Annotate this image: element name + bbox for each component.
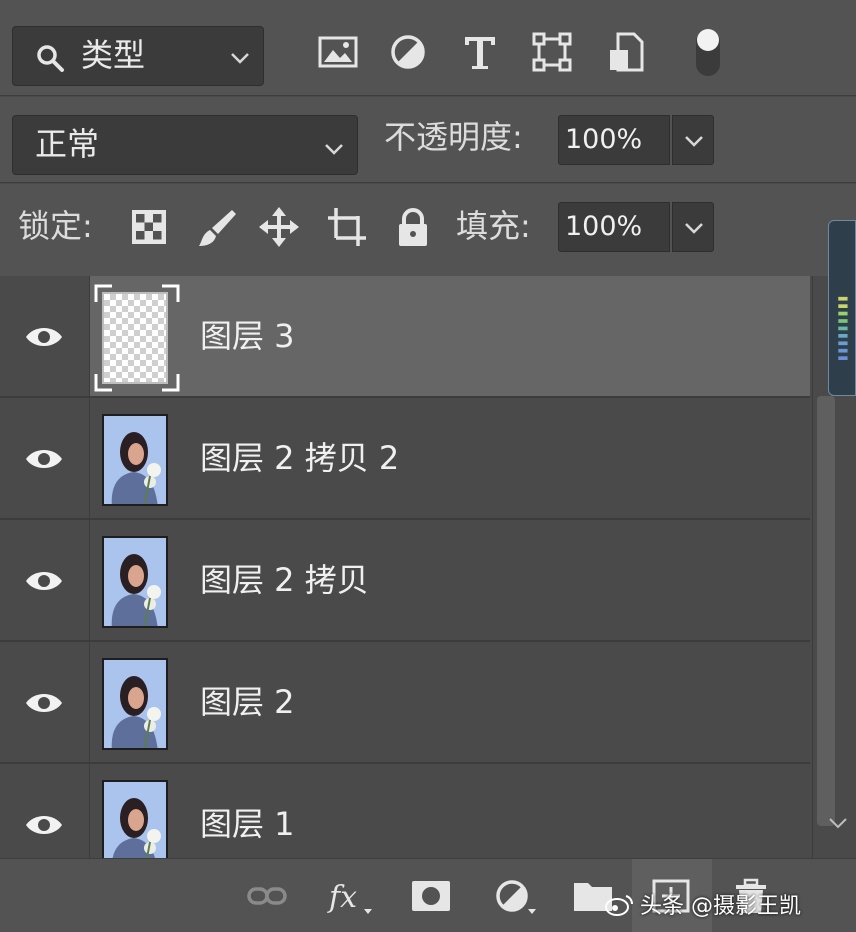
eye-icon xyxy=(26,816,62,834)
shape-filter-icon[interactable] xyxy=(530,30,574,74)
layer-filter-select[interactable]: 类型 xyxy=(12,26,264,86)
chevron-down-icon xyxy=(685,223,703,234)
fill-dropdown-button[interactable] xyxy=(672,202,714,252)
add-mask-icon[interactable] xyxy=(410,877,452,915)
svg-text:fx: fx xyxy=(327,880,357,915)
link-layers-icon[interactable] xyxy=(246,877,288,915)
watermark: 头条 @摄影王凯 xyxy=(604,893,801,921)
layer-thumbnail-photo[interactable] xyxy=(102,536,168,628)
eye-icon xyxy=(26,694,62,712)
visibility-toggle[interactable] xyxy=(0,276,90,396)
layer-name: 图层 1 xyxy=(200,805,295,843)
layer-style-fx-icon[interactable]: fx xyxy=(326,877,374,915)
layer-thumbnail-photo[interactable] xyxy=(102,414,168,506)
layer-row[interactable]: 图层 1 xyxy=(0,764,810,858)
adjustment-filter-icon[interactable] xyxy=(386,30,430,74)
layer-row[interactable]: 图层 3 xyxy=(0,276,810,398)
visibility-toggle[interactable] xyxy=(0,398,90,518)
blend-mode-value: 正常 xyxy=(35,125,100,163)
layer-name: 图层 2 拷贝 2 xyxy=(200,439,400,477)
eye-icon xyxy=(26,572,62,590)
lock-image-pixels-brush-icon[interactable] xyxy=(196,206,238,248)
weibo-logo-icon xyxy=(605,895,633,916)
chevron-down-icon xyxy=(231,53,249,64)
portrait-photo-icon xyxy=(104,416,166,504)
filter-row: 类型 xyxy=(0,0,856,96)
blend-row: 正常 不透明度: 100% xyxy=(0,97,856,183)
opacity-dropdown-button[interactable] xyxy=(672,115,714,165)
layer-thumbnail-photo[interactable] xyxy=(102,658,168,750)
layer-row[interactable]: 图层 2 拷贝 2 xyxy=(0,398,810,520)
visibility-toggle[interactable] xyxy=(0,764,90,858)
layer-row[interactable]: 图层 2 拷贝 xyxy=(0,520,810,642)
fill-label: 填充: xyxy=(456,207,531,245)
lock-artboard-icon[interactable] xyxy=(326,206,368,248)
smart-object-filter-icon[interactable] xyxy=(604,30,648,74)
lock-position-move-icon[interactable] xyxy=(258,206,300,248)
layer-row[interactable]: 图层 2 xyxy=(0,642,810,764)
layer-thumbnail-photo[interactable] xyxy=(102,780,168,858)
text-filter-icon[interactable] xyxy=(458,30,502,74)
portrait-photo-icon xyxy=(104,660,166,748)
scrollbar-thumb[interactable] xyxy=(817,396,835,826)
new-adjustment-layer-icon[interactable] xyxy=(492,877,540,915)
opacity-label: 不透明度: xyxy=(384,118,523,156)
visibility-toggle[interactable] xyxy=(0,520,90,640)
layer-name: 图层 2 xyxy=(200,683,295,721)
chevron-down-icon xyxy=(325,144,343,155)
visibility-toggle[interactable] xyxy=(0,642,90,762)
opacity-input[interactable]: 100% xyxy=(558,115,670,165)
level-meter-icon xyxy=(828,220,856,396)
layer-name: 图层 2 拷贝 xyxy=(200,561,369,599)
eye-icon xyxy=(26,328,62,346)
lock-all-padlock-icon[interactable] xyxy=(392,206,434,248)
layer-list: 图层 3 图层 2 拷贝 2 图层 2 拷贝 图层 2 图层 1 xyxy=(0,276,810,858)
eye-icon xyxy=(26,450,62,468)
lock-transparent-pixels-icon[interactable] xyxy=(128,206,170,248)
search-icon xyxy=(37,45,64,72)
filter-toggle-switch[interactable] xyxy=(686,24,730,80)
layer-name: 图层 3 xyxy=(200,317,295,355)
lock-row: 锁定: 填充: 100% xyxy=(0,184,856,276)
chevron-down-icon[interactable] xyxy=(827,816,849,830)
selection-corners-icon xyxy=(94,284,180,392)
blend-mode-select[interactable]: 正常 xyxy=(12,115,358,175)
chevron-down-icon xyxy=(685,136,703,147)
image-filter-icon[interactable] xyxy=(316,30,360,74)
portrait-photo-icon xyxy=(104,782,166,858)
layer-filter-label: 类型 xyxy=(81,36,146,74)
watermark-text: 头条 @摄影王凯 xyxy=(640,894,801,919)
layers-bottom-toolbar: fx 头条 @摄影王凯 xyxy=(0,858,856,932)
portrait-photo-icon xyxy=(104,538,166,626)
lock-label: 锁定: xyxy=(18,207,93,245)
fill-input[interactable]: 100% xyxy=(558,202,670,252)
